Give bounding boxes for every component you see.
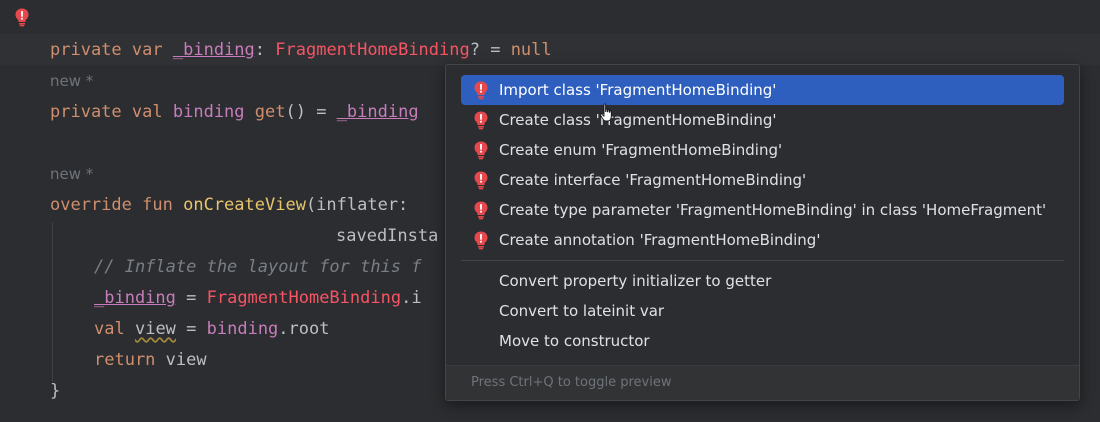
convert-to-lateinit-item[interactable]: Convert to lateinit var: [461, 296, 1064, 326]
function-name: onCreateView: [183, 195, 306, 215]
error-bulb-icon: [472, 110, 490, 130]
punctuation: () =: [285, 102, 337, 122]
keyword: get: [254, 102, 286, 122]
punctuation: :: [254, 40, 266, 60]
keyword: val: [94, 319, 125, 339]
indent-guide: [52, 222, 53, 382]
keyword: var: [131, 40, 163, 60]
keyword: val: [131, 102, 163, 122]
code-line-binding-var[interactable]: private var _binding: FragmentHomeBindin…: [50, 40, 552, 60]
code-line-view[interactable]: val view = binding.root: [94, 319, 329, 339]
code-vision-hint[interactable]: new *: [50, 164, 93, 184]
create-interface-item[interactable]: Create interface 'FragmentHomeBinding': [461, 165, 1064, 195]
item-label: Create class 'FragmentHomeBinding': [499, 111, 777, 129]
popup-footer: Press Ctrl+Q to toggle preview: [446, 365, 1079, 400]
property-ref: _binding: [94, 288, 176, 308]
menu-separator: [461, 260, 1064, 261]
create-class-item[interactable]: Create class 'FragmentHomeBinding': [461, 105, 1064, 135]
error-bulb-icon: [472, 80, 490, 100]
item-label: Create type parameter 'FragmentHomeBindi…: [499, 201, 1047, 219]
punctuation: ? =: [469, 40, 511, 60]
punctuation: =: [175, 288, 207, 308]
keyword: return: [94, 350, 156, 370]
code-line-close-brace[interactable]: }: [50, 381, 60, 401]
convert-to-getter-item[interactable]: Convert property initializer to getter: [461, 266, 1064, 296]
create-enum-item[interactable]: Create enum 'FragmentHomeBinding': [461, 135, 1064, 165]
keyword: fun: [142, 195, 173, 215]
code-vision-hint[interactable]: new *: [50, 71, 93, 91]
keyword: private: [50, 40, 122, 60]
punctuation: .i: [401, 288, 422, 308]
move-to-constructor-item[interactable]: Move to constructor: [461, 326, 1064, 356]
punctuation: =: [175, 319, 207, 339]
keyword: override: [50, 195, 132, 215]
item-label: Move to constructor: [499, 332, 650, 350]
parameters: (inflater:: [305, 195, 409, 215]
item-label: Create enum 'FragmentHomeBinding': [499, 141, 783, 159]
keyword: private: [50, 102, 122, 122]
create-annotation-item[interactable]: Create annotation 'FragmentHomeBinding': [461, 225, 1064, 255]
code-line-binding-val[interactable]: private val binding get() = _binding: [50, 102, 419, 122]
property-name: _binding: [172, 40, 255, 60]
unresolved-type[interactable]: FragmentHomeBinding: [275, 40, 469, 60]
code-line-params[interactable]: savedInsta: [336, 226, 438, 246]
property-ref: _binding: [336, 102, 419, 122]
item-label: Import class 'FragmentHomeBinding': [499, 81, 777, 99]
keyword-null: null: [510, 40, 552, 60]
create-type-parameter-item[interactable]: Create type parameter 'FragmentHomeBindi…: [461, 195, 1064, 225]
code-comment[interactable]: // Inflate the layout for this f: [94, 257, 422, 277]
punctuation: .root: [278, 319, 330, 339]
error-bulb-icon: [472, 170, 490, 190]
error-bulb-icon: [472, 200, 490, 220]
import-class-item[interactable]: Import class 'FragmentHomeBinding': [461, 75, 1064, 105]
property-name: binding: [172, 102, 245, 122]
intention-actions-popup[interactable]: Import class 'FragmentHomeBinding' Creat…: [445, 64, 1080, 401]
code-line-oncreateview[interactable]: override fun onCreateView(inflater:: [50, 195, 408, 215]
error-bulb-icon[interactable]: [13, 7, 31, 27]
variable-ref: view: [155, 350, 207, 370]
item-label: Convert property initializer to getter: [499, 272, 772, 290]
item-label: Convert to lateinit var: [499, 302, 665, 320]
code-line-return[interactable]: return view: [94, 350, 207, 370]
error-bulb-icon: [472, 230, 490, 250]
error-bulb-icon: [472, 140, 490, 160]
preview-hint-text: Press Ctrl+Q to toggle preview: [471, 375, 672, 390]
unresolved-type[interactable]: FragmentHomeBinding: [207, 288, 401, 308]
hand-cursor-icon: [599, 103, 612, 122]
code-line-inflate[interactable]: _binding = FragmentHomeBinding.i: [94, 288, 422, 308]
variable-name: view: [134, 319, 176, 339]
item-label: Create interface 'FragmentHomeBinding': [499, 171, 807, 189]
item-label: Create annotation 'FragmentHomeBinding': [499, 231, 821, 249]
property-ref: binding: [206, 319, 279, 339]
